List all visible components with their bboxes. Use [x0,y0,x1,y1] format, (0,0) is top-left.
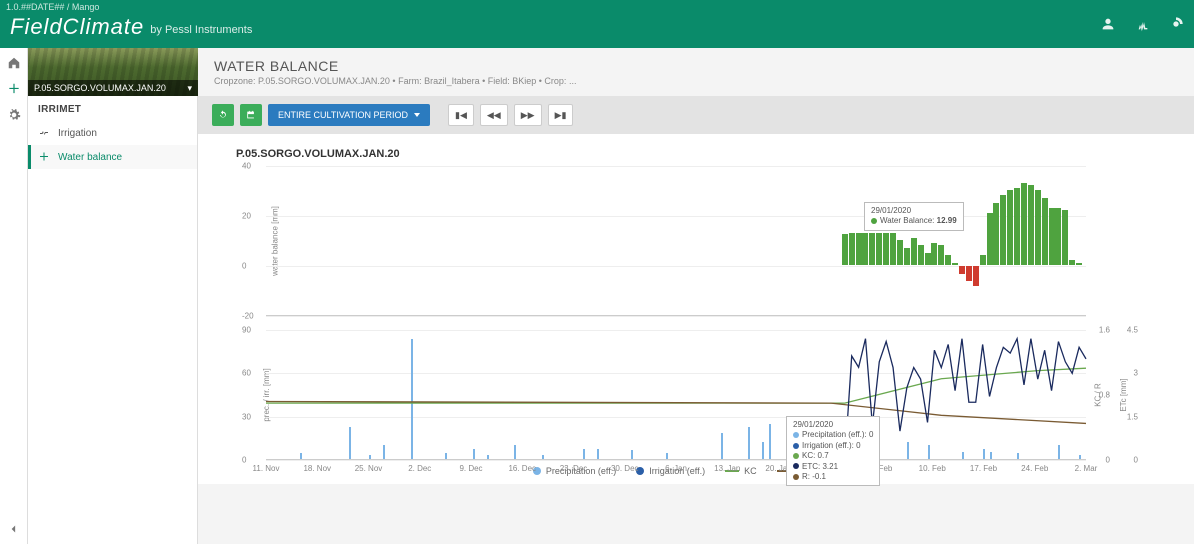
chart-panel: P.05.SORGO.VOLUMAX.JAN.20 water balance … [198,134,1194,484]
y-axis-label-r2: ETc [mm] [1119,378,1128,411]
period-label: ENTIRE CULTIVATION PERIOD [278,110,408,120]
refresh-icon [218,110,228,120]
calendar-icon [246,110,256,120]
caret-down-icon [414,113,420,117]
chart-title: P.05.SORGO.VOLUMAX.JAN.20 [236,148,1180,160]
breadcrumb: Cropzone: P.05.SORGO.VOLUMAX.JAN.20 • Fa… [214,76,1178,86]
plus-icon [38,151,50,163]
period-dropdown[interactable]: ENTIRE CULTIVATION PERIOD [268,104,430,126]
refresh-button[interactable] [212,104,234,126]
water-balance-chart: water balance [mm] -2002040 29/01/2020 W… [230,166,1160,316]
precip-etc-chart: prec. / irr. [mm] KC / R ETc [mm] 030609… [230,330,1160,460]
user-icon[interactable] [1100,16,1116,32]
version-label: 1.0.##DATE## / Mango [6,2,99,12]
nav-prev-button[interactable]: ◀◀ [480,104,508,126]
app-header: 1.0.##DATE## / Mango FieldClimate by Pes… [0,0,1194,48]
tooltip-lower: 29/01/2020 Precipitation (eff.): 0 Irrig… [786,416,880,486]
stations-icon[interactable] [1134,16,1150,32]
chevron-down-icon: ▾ [187,83,192,94]
irrigation-rail-icon[interactable] [7,82,21,96]
side-panel: P.05.SORGO.VOLUMAX.JAN.20 ▾ IRRIMET Irri… [28,48,198,544]
left-rail [0,48,28,544]
nav-last-button[interactable]: ▶▮ [548,104,574,126]
section-header: IRRIMET [28,96,197,121]
nav-first-button[interactable]: ▮◀ [448,104,474,126]
page-title: WATER BALANCE [214,58,1178,74]
cropzone-name: P.05.SORGO.VOLUMAX.JAN.20 [34,83,166,93]
tooltip-water-balance: 29/01/2020 Water Balance: 12.99 [864,202,964,231]
sprinkler-icon [38,127,50,139]
brand-logo: FieldClimate [10,14,144,40]
nav-irrigation[interactable]: Irrigation [28,121,197,145]
home-icon[interactable] [7,56,21,70]
main-content: WATER BALANCE Cropzone: P.05.SORGO.VOLUM… [198,48,1194,544]
nav-label: Water balance [58,152,122,163]
nav-next-button[interactable]: ▶▶ [514,104,542,126]
settings-icon[interactable] [7,108,21,122]
cropzone-hero[interactable]: P.05.SORGO.VOLUMAX.JAN.20 ▾ [28,48,198,96]
collapse-icon[interactable] [7,522,21,536]
nav-water-balance[interactable]: Water balance [28,145,197,169]
broadcast-icon[interactable] [1168,16,1184,32]
brand-sub: by Pessl Instruments [150,24,252,36]
toolbar: ENTIRE CULTIVATION PERIOD ▮◀ ◀◀ ▶▶ ▶▮ [198,96,1194,134]
nav-label: Irrigation [58,128,97,139]
calendar-button[interactable] [240,104,262,126]
